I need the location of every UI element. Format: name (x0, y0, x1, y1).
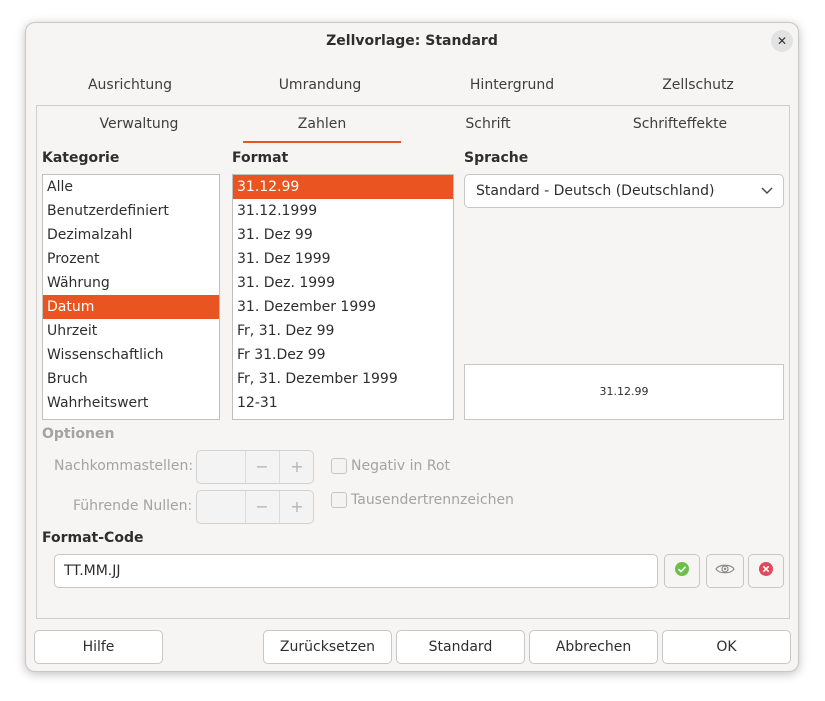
kategorie-item[interactable]: Dezimalzahl (43, 223, 219, 247)
tausendertrennzeichen-label: Tausendertrennzeichen (351, 492, 514, 508)
format-code-value: TT.MM.JJ (64, 563, 121, 579)
check-circle-icon (674, 561, 690, 581)
fuehrende-nullen-input[interactable] (197, 491, 246, 523)
nachkommastellen-stepper[interactable]: − + (196, 450, 314, 484)
preview-text: 31.12.99 (599, 385, 649, 398)
kategorie-item[interactable]: Bruch (43, 367, 219, 391)
tab-zahlen[interactable]: Zahlen (243, 106, 401, 144)
kategorie-item-selected[interactable]: Datum (43, 295, 219, 319)
remove-circle-icon (758, 561, 774, 581)
minus-button[interactable]: − (245, 491, 280, 523)
format-item[interactable]: 31. Dezember 1999 (233, 295, 453, 319)
tab-schrift[interactable]: Schrift (403, 106, 573, 142)
negativ-in-rot-checkbox[interactable] (331, 458, 347, 474)
standard-button[interactable]: Standard (396, 630, 525, 664)
kategorie-item[interactable]: Wahrheitswert (43, 391, 219, 415)
tab-row-1: Ausrichtung Umrandung Hintergrund Zellsc… (36, 67, 790, 103)
format-code-input[interactable]: TT.MM.JJ (54, 554, 658, 588)
kategorie-heading: Kategorie (42, 150, 120, 166)
tausendertrennzeichen-checkbox[interactable] (331, 492, 347, 508)
tab-hintergrund[interactable]: Hintergrund (416, 67, 608, 103)
format-code-heading: Format-Code (42, 530, 144, 546)
cell-style-dialog: Zellvorlage: Standard ✕ Ausrichtung Umra… (25, 22, 799, 672)
close-button[interactable]: ✕ (771, 30, 793, 52)
format-list[interactable]: 31.12.99 31.12.1999 31. Dez 99 31. Dez 1… (232, 174, 454, 420)
format-item[interactable]: 31. Dez. 1999 (233, 271, 453, 295)
optionen-heading: Optionen (42, 426, 115, 442)
kategorie-item[interactable]: Prozent (43, 247, 219, 271)
close-icon: ✕ (776, 34, 788, 48)
fuehrende-nullen-stepper[interactable]: − + (196, 490, 314, 524)
edit-comment-button[interactable] (706, 554, 744, 588)
format-item[interactable]: Fr 31.Dez 99 (233, 343, 453, 367)
zuruecksetzen-button[interactable]: Zurücksetzen (263, 630, 392, 664)
format-item[interactable]: 31. Dez 99 (233, 223, 453, 247)
kategorie-item[interactable]: Währung (43, 271, 219, 295)
minus-button[interactable]: − (245, 451, 280, 483)
kategorie-item[interactable]: Uhrzeit (43, 319, 219, 343)
tab-schrifteffekte[interactable]: Schrifteffekte (575, 106, 785, 142)
plus-button[interactable]: + (280, 491, 314, 523)
kategorie-list[interactable]: Alle Benutzerdefiniert Dezimalzahl Proze… (42, 174, 220, 420)
tab-row-2: Verwaltung Zahlen Schrift Schrifteffekte (36, 105, 790, 144)
remove-format-code-button[interactable] (748, 554, 784, 588)
format-item-selected[interactable]: 31.12.99 (233, 175, 453, 199)
tab-ausrichtung[interactable]: Ausrichtung (36, 67, 224, 103)
ok-button[interactable]: OK (662, 630, 791, 664)
tab-verwaltung[interactable]: Verwaltung (37, 106, 241, 142)
kategorie-item[interactable]: Wissenschaftlich (43, 343, 219, 367)
eye-icon (715, 562, 735, 580)
abbrechen-button[interactable]: Abbrechen (529, 630, 658, 664)
format-item[interactable]: 31. Dez 1999 (233, 247, 453, 271)
title-bar: Zellvorlage: Standard ✕ (26, 23, 798, 61)
kategorie-item[interactable]: Alle (43, 175, 219, 199)
kategorie-item[interactable]: Benutzerdefiniert (43, 199, 219, 223)
sprache-heading: Sprache (464, 150, 529, 166)
sprache-value: Standard - Deutsch (Deutschland) (476, 183, 715, 199)
format-item[interactable]: Fr, 31. Dez 99 (233, 319, 453, 343)
format-preview: 31.12.99 (464, 364, 784, 420)
dialog-title: Zellvorlage: Standard (326, 33, 498, 49)
format-item[interactable]: 31.12.1999 (233, 199, 453, 223)
negativ-in-rot-label: Negativ in Rot (351, 458, 451, 474)
nachkommastellen-input[interactable] (197, 451, 246, 483)
format-heading: Format (232, 150, 289, 166)
sprache-dropdown[interactable]: Standard - Deutsch (Deutschland) (464, 174, 784, 208)
nachkommastellen-label: Nachkommastellen: (54, 458, 194, 474)
format-item[interactable]: Fr, 31. Dezember 1999 (233, 367, 453, 391)
format-item[interactable]: 12-31 (233, 391, 453, 415)
plus-button[interactable]: + (280, 451, 314, 483)
fuehrende-nullen-label: Führende Nullen: (73, 498, 193, 514)
tab-umrandung[interactable]: Umrandung (226, 67, 414, 103)
apply-format-code-button[interactable] (664, 554, 700, 588)
hilfe-button[interactable]: Hilfe (34, 630, 163, 664)
tab-zellschutz[interactable]: Zellschutz (606, 67, 790, 103)
chevron-down-icon (761, 175, 773, 220)
